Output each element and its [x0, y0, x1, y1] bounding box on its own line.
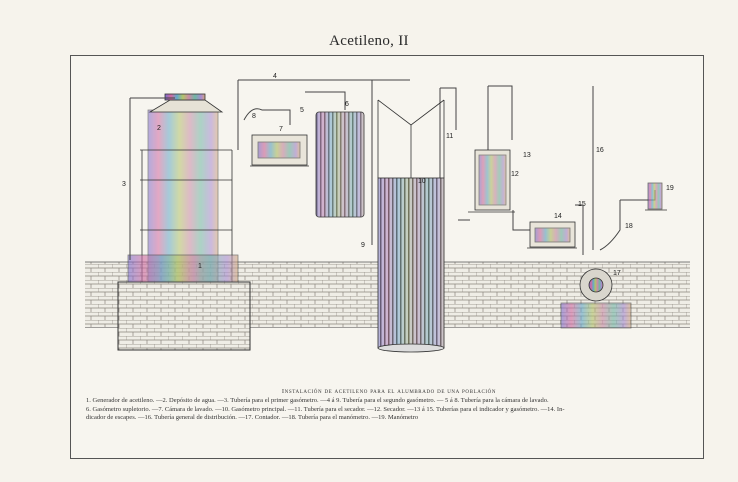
label-12: 12: [511, 171, 519, 178]
label-1: 1: [198, 263, 202, 270]
label-5: 5: [300, 107, 304, 114]
label-19: 19: [666, 185, 674, 192]
dryer: [468, 149, 515, 213]
label-10: 10: [418, 178, 426, 185]
label-6: 6: [345, 101, 349, 108]
auxiliary-gasometer: [315, 111, 365, 218]
label-2: 2: [157, 125, 161, 132]
caption-line: dicador de escapes. —16. Tubería general…: [86, 414, 419, 421]
label-9: 9: [361, 242, 365, 249]
main-gasometer: [377, 99, 445, 353]
label-16: 16: [596, 147, 604, 154]
washing-chamber: [250, 134, 309, 167]
label-4: 4: [273, 73, 277, 80]
label-14: 14: [554, 213, 562, 220]
caption-heading: Instalación de acetileno para el alumbra…: [281, 388, 497, 395]
label-13: 13: [523, 152, 531, 159]
label-15: 15: [578, 201, 586, 208]
label-8: 8: [252, 113, 256, 120]
generator-base: [117, 281, 251, 351]
water-tank: [148, 93, 224, 113]
label-17: 17: [613, 270, 621, 277]
leak-indicator: [527, 221, 577, 249]
label-3: 3: [122, 181, 126, 188]
label-18: 18: [625, 223, 633, 230]
caption-line: 1. Generador de acetileno. —2. Depósito …: [86, 397, 549, 404]
label-11: 11: [446, 133, 453, 140]
figure-caption: Instalación de acetileno para el alumbra…: [86, 388, 692, 423]
acetylene-generator: [127, 109, 239, 283]
label-7: 7: [279, 126, 283, 133]
caption-line: 6. Gasómetro supletorio. —7. Cámara de l…: [86, 405, 565, 413]
caption-body: 1. Generador de acetileno. —2. Depósito …: [86, 397, 692, 423]
manometer: [645, 182, 667, 211]
